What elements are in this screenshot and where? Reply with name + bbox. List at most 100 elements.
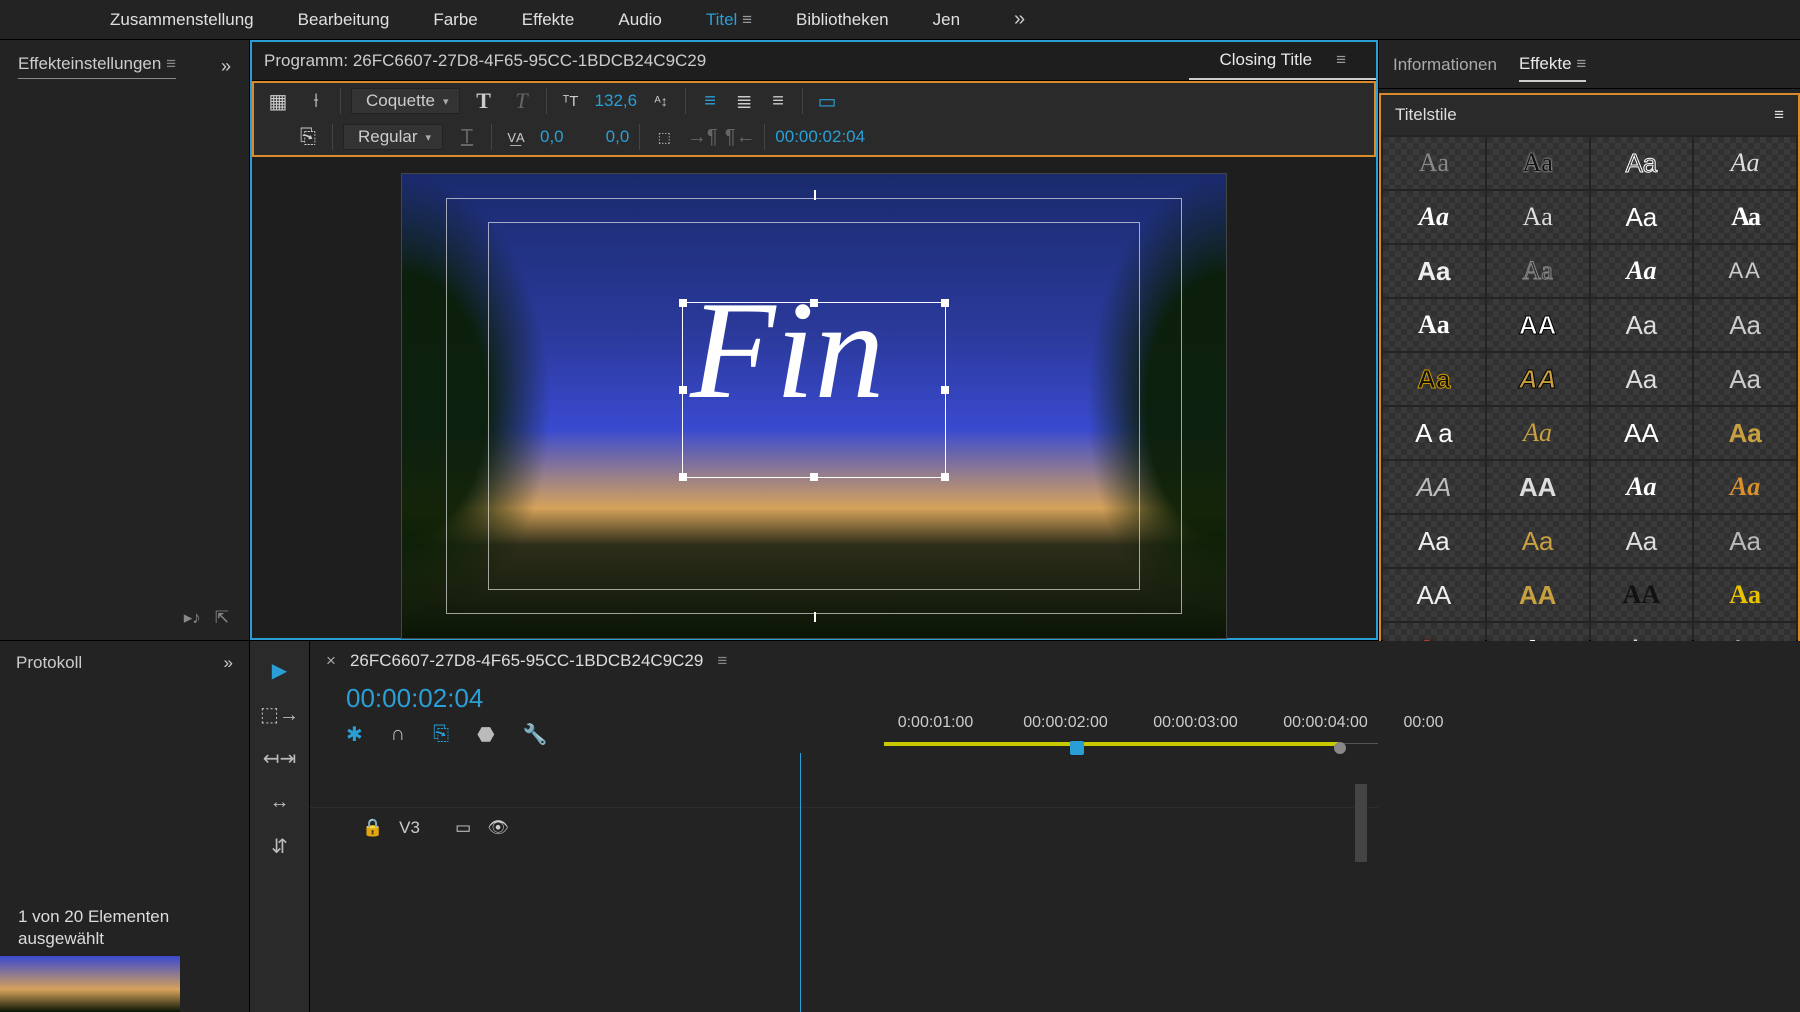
title-style-swatch[interactable]: AA: [1591, 407, 1693, 459]
workspace-item[interactable]: Audio: [618, 10, 661, 30]
title-style-swatch[interactable]: A a: [1383, 407, 1485, 459]
title-style-swatch[interactable]: Aa: [1591, 137, 1693, 189]
title-style-swatch[interactable]: Aa: [1383, 191, 1485, 243]
tracking-value[interactable]: 0,0: [540, 127, 564, 147]
title-style-swatch[interactable]: AA: [1383, 461, 1485, 513]
italic-button[interactable]: T: [508, 87, 536, 115]
close-icon[interactable]: ×: [326, 651, 336, 671]
font-family-dropdown[interactable]: Coquette ▾: [351, 88, 460, 114]
title-style-swatch[interactable]: Aa: [1694, 407, 1796, 459]
title-templates-icon[interactable]: ▦: [264, 87, 292, 115]
title-style-swatch[interactable]: Aa: [1694, 137, 1796, 189]
title-style-swatch[interactable]: Aa: [1591, 515, 1693, 567]
title-style-swatch[interactable]: Aa: [1694, 299, 1796, 351]
rate-stretch-icon[interactable]: ↔: [262, 787, 298, 817]
workspace-item-active[interactable]: Titel ≡: [706, 10, 752, 30]
title-style-swatch[interactable]: AA: [1591, 569, 1693, 621]
title-style-swatch[interactable]: Aa: [1383, 137, 1485, 189]
tab-information[interactable]: Informationen: [1393, 55, 1497, 81]
title-style-swatch[interactable]: Aa: [1487, 515, 1589, 567]
snap-icon[interactable]: ✱: [346, 722, 363, 747]
magnet-icon[interactable]: ∩: [391, 723, 405, 746]
program-tab[interactable]: Programm: 26FC6607-27D8-4F65-95CC-1BDCB2…: [264, 51, 706, 71]
leading-value[interactable]: 0,0: [606, 127, 630, 147]
title-style-swatch[interactable]: Aa: [1591, 191, 1693, 243]
font-style-dropdown[interactable]: Regular ▾: [343, 124, 443, 150]
bold-button[interactable]: T: [470, 87, 498, 115]
align-right-icon[interactable]: ≡: [764, 87, 792, 115]
title-style-swatch[interactable]: AA: [1487, 299, 1589, 351]
title-style-swatch[interactable]: Aa: [1694, 353, 1796, 405]
overflow-chevron-icon[interactable]: »: [221, 56, 231, 77]
workspace-item[interactable]: Farbe: [433, 10, 477, 30]
tab-effects[interactable]: Effekte ≡: [1519, 54, 1586, 82]
workspace-item[interactable]: Bibliotheken: [796, 10, 889, 30]
timeline-tracks[interactable]: 🔒 V3 ▭ 👁: [310, 753, 1378, 1012]
slip-tool-icon[interactable]: ⇵: [262, 831, 298, 861]
title-style-swatch[interactable]: Aa: [1694, 515, 1796, 567]
marker-icon[interactable]: ⬣: [477, 722, 494, 747]
title-style-swatch[interactable]: AA: [1383, 569, 1485, 621]
title-style-swatch[interactable]: Aa: [1383, 515, 1485, 567]
export-icon[interactable]: ⇱: [215, 608, 229, 628]
workspace-item[interactable]: Bearbeitung: [298, 10, 390, 30]
hamburger-icon[interactable]: ≡: [717, 651, 727, 671]
current-timecode[interactable]: 00:00:02:04: [346, 683, 483, 713]
title-style-swatch[interactable]: Aa: [1694, 569, 1796, 621]
title-style-swatch[interactable]: Aa: [1694, 461, 1796, 513]
ripple-edit-icon[interactable]: ↤⇥: [262, 743, 298, 773]
title-style-swatch[interactable]: AA: [1694, 245, 1796, 297]
timeline-sequence-name[interactable]: 26FC6607-27D8-4F65-95CC-1BDCB24C9C29: [350, 651, 703, 671]
title-style-swatch[interactable]: AA: [1487, 353, 1589, 405]
title-style-swatch[interactable]: Aa: [1487, 137, 1589, 189]
panel-menu-icon[interactable]: ≡: [1774, 105, 1784, 125]
closing-title-tab[interactable]: Closing Title ≡: [1189, 42, 1376, 80]
tab-right-icon[interactable]: ¶←: [726, 123, 754, 151]
show-video-icon[interactable]: ▭: [813, 87, 841, 115]
timeline-ruler[interactable]: 0:00:01:00 00:00:02:00 00:00:03:00 00:00…: [884, 714, 1378, 744]
baseline-icon[interactable]: ⬚: [650, 123, 678, 151]
tab-stops-icon[interactable]: ⎘: [294, 123, 322, 151]
tab-left-icon[interactable]: →¶: [688, 123, 716, 151]
text-selection-bounds[interactable]: [682, 302, 946, 478]
linked-selection-icon[interactable]: ⎘: [433, 723, 449, 746]
overflow-chevron-icon[interactable]: »: [224, 653, 233, 673]
title-style-swatch[interactable]: AA: [1487, 569, 1589, 621]
track-select-forward-icon[interactable]: ⬚→: [262, 699, 298, 729]
align-left-icon[interactable]: ≡: [696, 87, 724, 115]
lock-icon[interactable]: 🔒: [362, 818, 383, 838]
roll-crawl-icon[interactable]: ⟊: [302, 87, 330, 115]
underline-button[interactable]: T: [453, 123, 481, 151]
toggle-track-output-icon[interactable]: ▭: [455, 818, 471, 838]
overflow-chevron-icon[interactable]: »: [1014, 8, 1025, 31]
title-style-swatch[interactable]: Aa: [1487, 407, 1589, 459]
title-style-swatch[interactable]: Aa: [1487, 191, 1589, 243]
title-style-swatch[interactable]: Aa: [1383, 245, 1485, 297]
title-style-swatch[interactable]: Aa: [1383, 353, 1485, 405]
title-style-swatch[interactable]: Aa: [1591, 461, 1693, 513]
workspace-item[interactable]: Jen: [933, 10, 960, 30]
title-style-swatch[interactable]: Aa: [1591, 299, 1693, 351]
panel-tab-label[interactable]: Protokoll: [16, 653, 82, 673]
title-style-swatch[interactable]: AA: [1487, 461, 1589, 513]
title-style-swatch[interactable]: Aa: [1591, 353, 1693, 405]
title-style-swatch[interactable]: Aa: [1591, 245, 1693, 297]
workspace-item[interactable]: Effekte: [522, 10, 575, 30]
selection-tool-icon[interactable]: ▶: [262, 655, 298, 685]
video-track-header[interactable]: 🔒 V3 ▭ 👁: [310, 807, 1378, 847]
work-area-bar[interactable]: [884, 742, 1338, 746]
vertical-zoom-handle[interactable]: [1354, 783, 1368, 863]
aspect-icon[interactable]: ᴬ↕: [647, 87, 675, 115]
title-preview-canvas[interactable]: Fin: [401, 173, 1227, 639]
background-timecode[interactable]: 00:00:02:04: [775, 127, 865, 147]
title-style-swatch[interactable]: Aa: [1487, 245, 1589, 297]
project-thumbnail[interactable]: [0, 956, 180, 1012]
panel-tab[interactable]: Effekteinstellungen ≡: [18, 54, 176, 79]
align-center-icon[interactable]: ≣: [730, 87, 758, 115]
font-size-value[interactable]: 132,6: [595, 91, 638, 111]
title-style-swatch[interactable]: Aa: [1383, 299, 1485, 351]
title-style-swatch[interactable]: Aa: [1694, 191, 1796, 243]
workspace-item[interactable]: Zusammenstellung: [110, 10, 254, 30]
play-only-icon[interactable]: ▸♪: [184, 608, 201, 628]
wrench-icon[interactable]: 🔧: [523, 722, 548, 747]
